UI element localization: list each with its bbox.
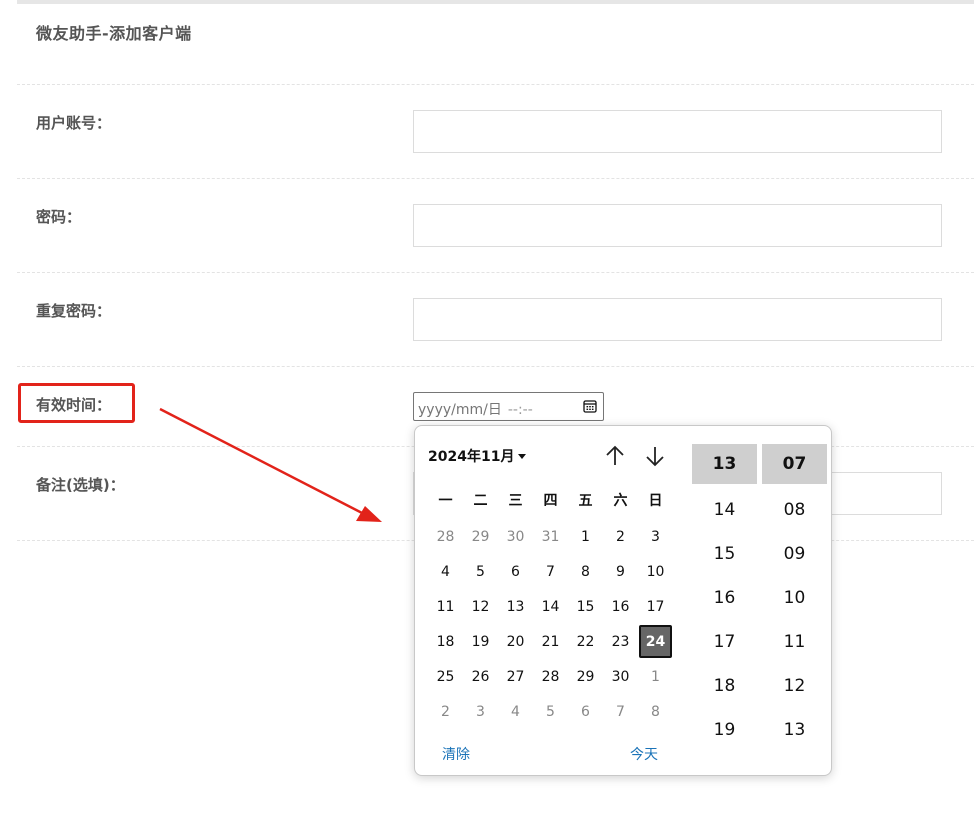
- minute-option[interactable]: 13: [762, 708, 827, 752]
- day-cell[interactable]: 19: [463, 624, 498, 659]
- day-cell[interactable]: 15: [568, 589, 603, 624]
- caret-down-icon: [518, 454, 527, 459]
- hour-option[interactable]: 17: [692, 620, 757, 664]
- datetime-picker-popup: 2024年11月 一二三四五六日 28 29 30 31 1 2 3 4 5 6 7 8 9 10 11 12…: [414, 425, 832, 776]
- arrow-down-icon[interactable]: [643, 444, 667, 468]
- hour-option[interactable]: 13: [692, 444, 757, 484]
- day-cell[interactable]: 8: [568, 554, 603, 589]
- month-label: 2024年11月: [428, 449, 515, 465]
- day-cell[interactable]: 5: [463, 554, 498, 589]
- today-button[interactable]: 今天: [630, 744, 658, 764]
- day-cell[interactable]: 11: [428, 589, 463, 624]
- hour-option[interactable]: 15: [692, 532, 757, 576]
- day-cell[interactable]: 22: [568, 624, 603, 659]
- day-cell[interactable]: 5: [533, 694, 568, 729]
- password-input[interactable]: [413, 204, 942, 247]
- weekday-label: 二: [473, 493, 488, 509]
- day-cell[interactable]: 23: [603, 624, 638, 659]
- weekday-label: 五: [578, 493, 593, 509]
- minute-option[interactable]: 07: [762, 444, 827, 484]
- day-cell[interactable]: 29: [568, 659, 603, 694]
- day-cell[interactable]: 31: [533, 519, 568, 554]
- minute-column[interactable]: 07 08 09 10 11 12 13: [762, 444, 827, 752]
- page-title: 微友助手-添加客户端: [36, 24, 192, 43]
- weekday-header: 一二三四五六日: [428, 490, 673, 510]
- arrow-shaft: [159, 407, 365, 516]
- day-cell[interactable]: 12: [463, 589, 498, 624]
- day-cell[interactable]: 18: [428, 624, 463, 659]
- weekday-label: 一: [438, 493, 453, 509]
- minute-option[interactable]: 10: [762, 576, 827, 620]
- clear-button[interactable]: 清除: [442, 744, 470, 764]
- day-cell[interactable]: 3: [463, 694, 498, 729]
- hour-option[interactable]: 16: [692, 576, 757, 620]
- day-cell[interactable]: 30: [498, 519, 533, 554]
- day-cell[interactable]: 14: [533, 589, 568, 624]
- day-cell[interactable]: 4: [498, 694, 533, 729]
- minute-option[interactable]: 12: [762, 664, 827, 708]
- day-cell[interactable]: 6: [498, 554, 533, 589]
- day-cell-selected[interactable]: 24: [639, 625, 672, 658]
- day-cell[interactable]: 10: [638, 554, 673, 589]
- day-cell[interactable]: 21: [533, 624, 568, 659]
- account-label: 用户账号：: [36, 114, 112, 132]
- day-cell[interactable]: 29: [463, 519, 498, 554]
- day-cell[interactable]: 7: [533, 554, 568, 589]
- note-label: 备注(选填)：: [36, 476, 125, 494]
- day-grid: 28 29 30 31 1 2 3 4 5 6 7 8 9 10 11 12 13 14 15 16 17 18 19 20 2…: [428, 519, 673, 729]
- month-dropdown[interactable]: 2024年11月: [428, 446, 527, 466]
- day-cell[interactable]: 1: [568, 519, 603, 554]
- minute-option[interactable]: 08: [762, 488, 827, 532]
- divider: [17, 366, 974, 367]
- day-cell[interactable]: 28: [428, 519, 463, 554]
- account-input[interactable]: [413, 110, 942, 153]
- minute-option[interactable]: 09: [762, 532, 827, 576]
- time-placeholder: --:--: [507, 402, 533, 418]
- day-cell[interactable]: 17: [638, 589, 673, 624]
- day-cell[interactable]: 30: [603, 659, 638, 694]
- weekday-label: 日: [648, 493, 663, 509]
- divider: [17, 272, 974, 273]
- day-cell[interactable]: 20: [498, 624, 533, 659]
- day-cell[interactable]: 16: [603, 589, 638, 624]
- day-cell[interactable]: 13: [498, 589, 533, 624]
- date-placeholder: yyyy/mm/日: [418, 402, 502, 418]
- top-border: [17, 0, 974, 4]
- weekday-label: 四: [543, 493, 558, 509]
- day-cell[interactable]: 25: [428, 659, 463, 694]
- arrow-head: [356, 506, 382, 522]
- day-cell[interactable]: 6: [568, 694, 603, 729]
- weekday-label: 六: [613, 493, 628, 509]
- datetime-input[interactable]: yyyy/mm/日 --:--: [413, 392, 604, 421]
- day-cell[interactable]: 3: [638, 519, 673, 554]
- calendar-icon[interactable]: [583, 399, 597, 413]
- hour-option[interactable]: 14: [692, 488, 757, 532]
- minute-option[interactable]: 11: [762, 620, 827, 664]
- datetime-placeholder: yyyy/mm/日 --:--: [418, 399, 533, 419]
- day-cell[interactable]: 27: [498, 659, 533, 694]
- highlight-box: [18, 383, 135, 423]
- day-cell[interactable]: 1: [638, 659, 673, 694]
- arrow-up-icon[interactable]: [603, 444, 627, 468]
- hour-column[interactable]: 13 14 15 16 17 18 19: [692, 444, 757, 752]
- repeat-password-label: 重复密码：: [36, 302, 112, 320]
- day-cell[interactable]: 26: [463, 659, 498, 694]
- day-cell[interactable]: 4: [428, 554, 463, 589]
- hour-option[interactable]: 18: [692, 664, 757, 708]
- day-cell[interactable]: 7: [603, 694, 638, 729]
- weekday-label: 三: [508, 493, 523, 509]
- repeat-password-input[interactable]: [413, 298, 942, 341]
- hour-option[interactable]: 19: [692, 708, 757, 752]
- divider: [17, 84, 974, 85]
- day-cell[interactable]: 8: [638, 694, 673, 729]
- password-label: 密码：: [36, 208, 82, 226]
- day-cell[interactable]: 2: [428, 694, 463, 729]
- day-cell[interactable]: 9: [603, 554, 638, 589]
- day-cell[interactable]: 28: [533, 659, 568, 694]
- divider: [17, 178, 974, 179]
- day-cell[interactable]: 2: [603, 519, 638, 554]
